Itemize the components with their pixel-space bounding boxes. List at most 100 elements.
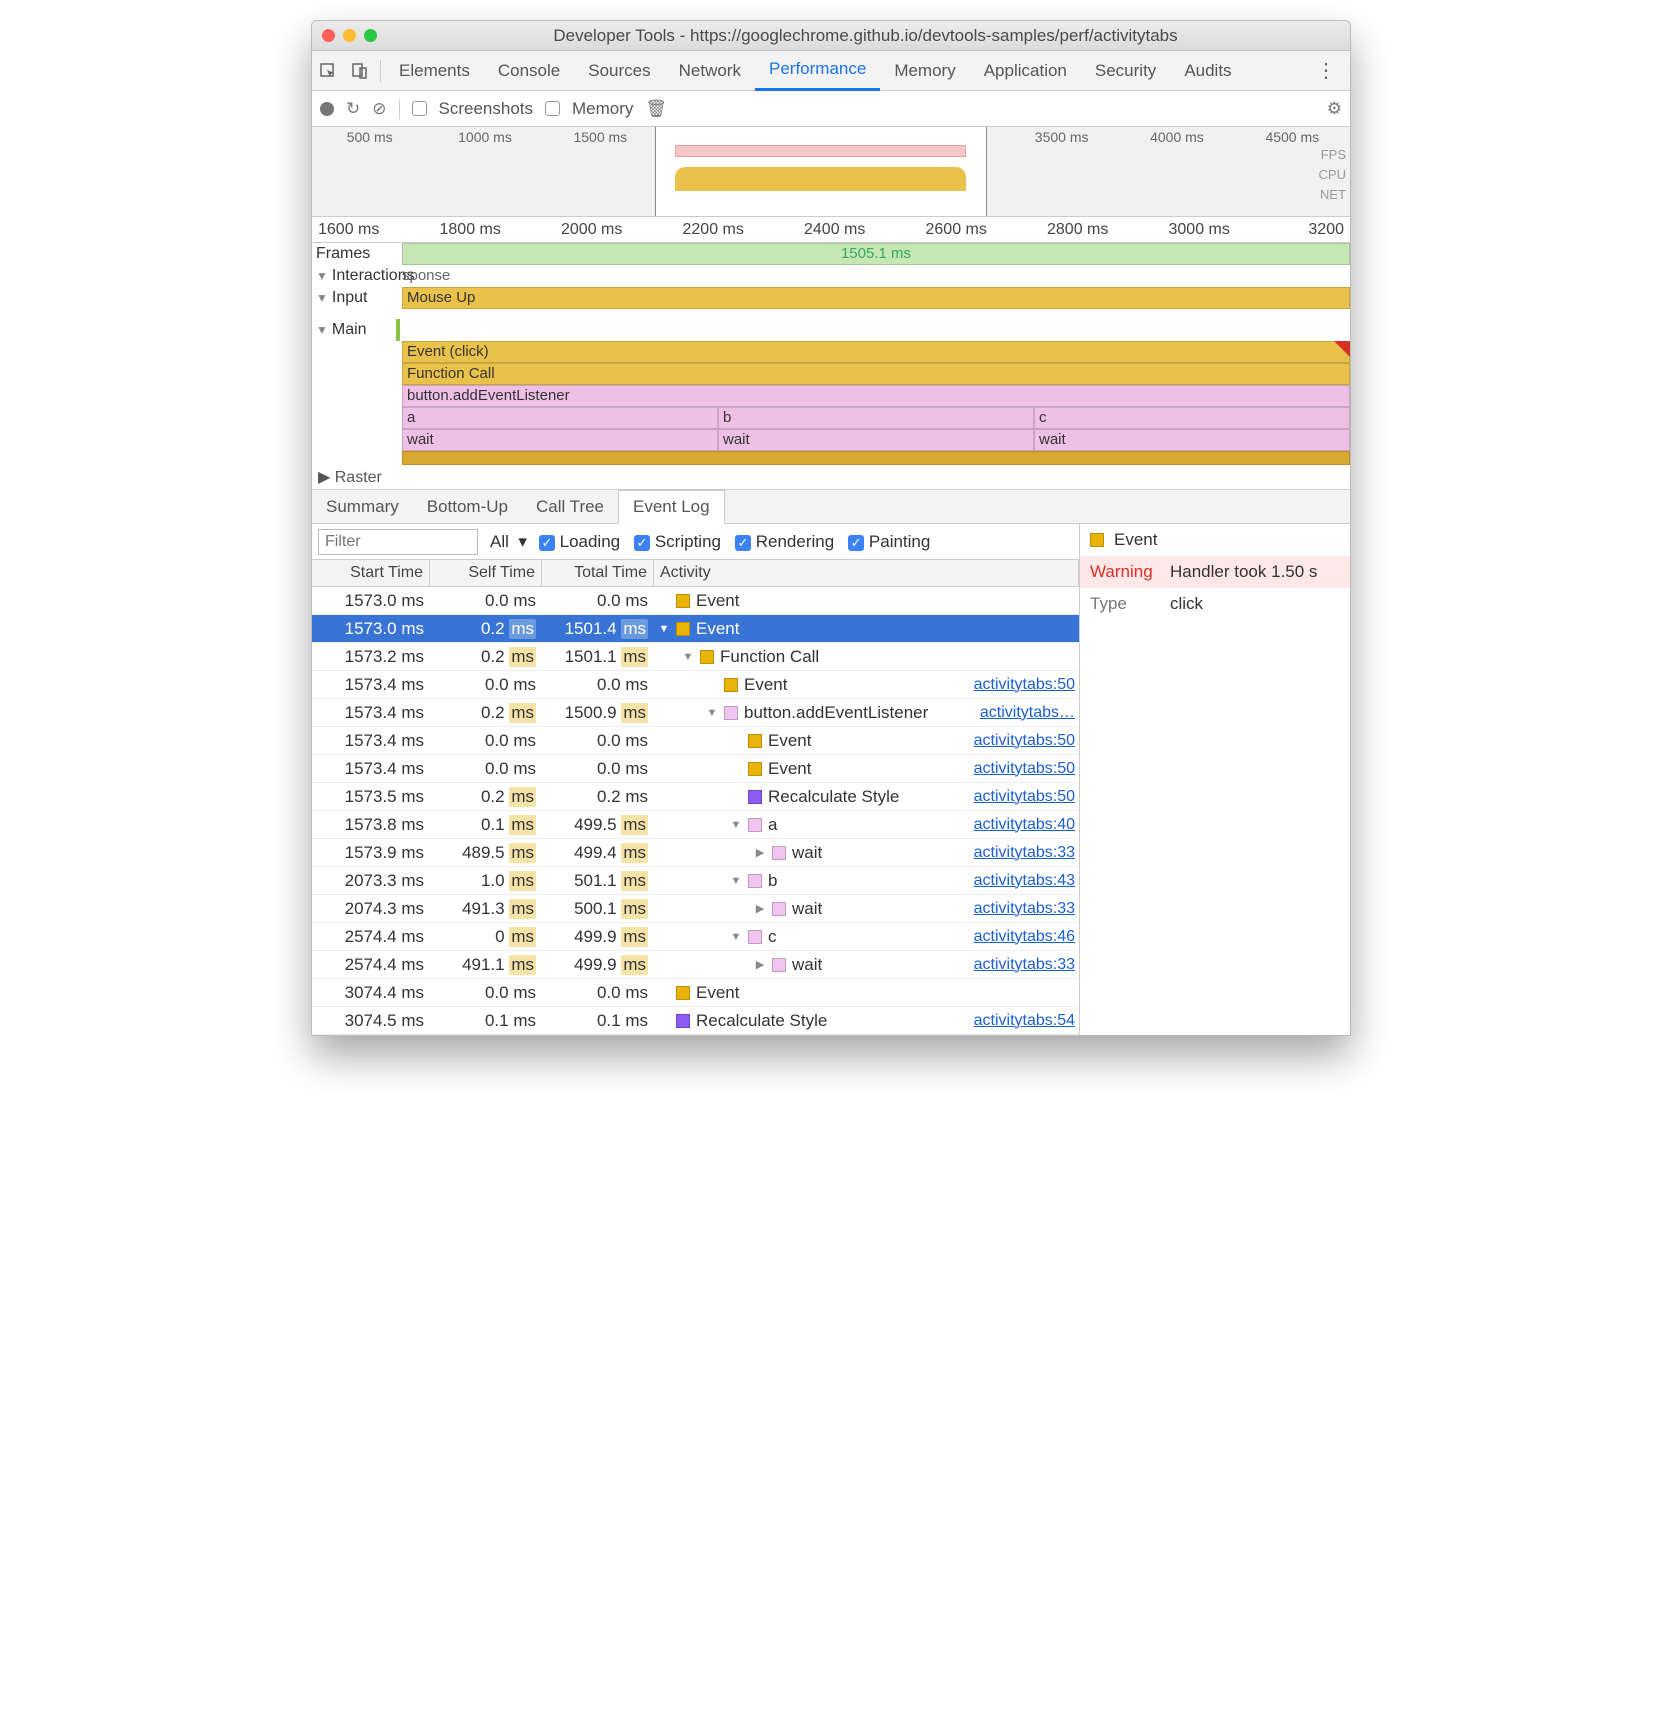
filter-cat-loading[interactable]: ✓ Loading xyxy=(539,532,620,552)
titlebar: Developer Tools - https://googlechrome.g… xyxy=(312,21,1350,51)
timeline-overview[interactable]: 500 ms1000 ms1500 ms2000 ms2500 ms3000 m… xyxy=(312,127,1350,217)
device-icon[interactable] xyxy=(344,51,376,91)
event-log-row[interactable]: 1573.5 ms0.2 ms0.2 ms Recalculate Stylea… xyxy=(312,783,1079,811)
filter-bar: All ▾ ✓ Loading ✓ Scripting ✓ Rendering ✓ P… xyxy=(312,524,1079,560)
event-swatch-icon xyxy=(1090,533,1104,547)
devtools-window: Developer Tools - https://googlechrome.g… xyxy=(311,20,1351,1036)
detail-tab-summary[interactable]: Summary xyxy=(312,490,413,524)
kebab-icon[interactable]: ⋮ xyxy=(1302,58,1350,83)
zoom-icon[interactable] xyxy=(364,29,377,42)
event-log-row[interactable]: 1573.4 ms0.0 ms0.0 ms Eventactivitytabs:… xyxy=(312,755,1079,783)
event-log-row[interactable]: 1573.4 ms0.2 ms1500.9 ms▼ button.addEven… xyxy=(312,699,1079,727)
activity-swatch-icon xyxy=(676,622,690,636)
flame-chart[interactable]: Frames 1505.1 ms ▼Interactions sponse ▼I… xyxy=(312,243,1350,490)
b-bar[interactable]: b xyxy=(718,407,1034,429)
event-name: Event xyxy=(1114,530,1157,550)
event-log-row[interactable]: 2574.4 ms0 ms499.9 ms▼ cactivitytabs:46 xyxy=(312,923,1079,951)
source-link[interactable]: activitytabs:50 xyxy=(974,676,1075,694)
source-link[interactable]: activitytabs:33 xyxy=(974,900,1075,918)
event-log-row[interactable]: 2073.3 ms1.0 ms501.1 ms▼ bactivitytabs:4… xyxy=(312,867,1079,895)
detail-tabs: SummaryBottom-UpCall TreeEvent Log xyxy=(312,490,1350,524)
source-link[interactable]: activitytabs:46 xyxy=(974,928,1075,946)
function-call-bar[interactable]: Function Call xyxy=(402,363,1350,385)
wait-bar[interactable]: wait xyxy=(718,429,1034,451)
listener-bar[interactable]: button.addEventListener xyxy=(402,385,1350,407)
tab-memory[interactable]: Memory xyxy=(880,51,969,91)
window-title: Developer Tools - https://googlechrome.g… xyxy=(391,26,1340,46)
tab-audits[interactable]: Audits xyxy=(1170,51,1245,91)
a-bar[interactable]: a xyxy=(402,407,718,429)
screenshots-checkbox[interactable] xyxy=(412,101,427,116)
memory-checkbox[interactable] xyxy=(545,101,560,116)
source-link[interactable]: activitytabs:50 xyxy=(974,732,1075,750)
track-main-label[interactable]: ▼Main xyxy=(312,319,402,341)
activity-swatch-icon xyxy=(676,986,690,1000)
detail-tab-call-tree[interactable]: Call Tree xyxy=(522,490,618,524)
overview-cpu-band xyxy=(675,167,966,191)
event-log-panel: All ▾ ✓ Loading ✓ Scripting ✓ Rendering ✓ P… xyxy=(312,524,1080,1035)
event-log-row[interactable]: 2074.3 ms491.3 ms500.1 ms▶ waitactivityt… xyxy=(312,895,1079,923)
event-log-row[interactable]: 3074.4 ms0.0 ms0.0 ms Event xyxy=(312,979,1079,1007)
inspect-icon[interactable] xyxy=(312,51,344,91)
event-log-row[interactable]: 1573.0 ms0.0 ms0.0 ms Event xyxy=(312,587,1079,615)
wait-bar[interactable]: wait xyxy=(402,429,718,451)
track-raster-label[interactable]: ▶ Raster xyxy=(312,465,1350,489)
tab-application[interactable]: Application xyxy=(970,51,1081,91)
filter-cat-scripting[interactable]: ✓ Scripting xyxy=(634,532,721,552)
minor-gc-bar[interactable] xyxy=(402,451,1350,465)
detail-tab-bottom-up[interactable]: Bottom-Up xyxy=(413,490,522,524)
record-icon[interactable] xyxy=(320,102,334,116)
frames-bar[interactable]: 1505.1 ms xyxy=(402,243,1350,265)
event-log-row[interactable]: 1573.0 ms0.2 ms1501.4 ms▼ Event xyxy=(312,615,1079,643)
source-link[interactable]: activitytabs:50 xyxy=(974,788,1075,806)
traffic-lights xyxy=(322,29,377,42)
overview-frames-bar xyxy=(675,145,966,157)
tab-performance[interactable]: Performance xyxy=(755,51,880,91)
activity-swatch-icon xyxy=(724,706,738,720)
tab-sources[interactable]: Sources xyxy=(574,51,664,91)
tab-security[interactable]: Security xyxy=(1081,51,1170,91)
source-link[interactable]: activitytabs:33 xyxy=(974,844,1075,862)
source-link[interactable]: activitytabs:50 xyxy=(974,760,1075,778)
warning-label: Warning xyxy=(1090,562,1160,582)
filter-all[interactable]: All ▾ xyxy=(490,532,527,552)
source-link[interactable]: activitytabs:40 xyxy=(974,816,1075,834)
filter-cat-painting[interactable]: ✓ Painting xyxy=(848,532,930,552)
activity-swatch-icon xyxy=(724,678,738,692)
filter-cat-rendering[interactable]: ✓ Rendering xyxy=(735,532,834,552)
tab-network[interactable]: Network xyxy=(665,51,755,91)
source-link[interactable]: activitytabs:54 xyxy=(974,1012,1075,1030)
event-log-row[interactable]: 1573.4 ms0.0 ms0.0 ms Eventactivitytabs:… xyxy=(312,727,1079,755)
track-input-label[interactable]: ▼Input xyxy=(312,287,402,309)
filter-input[interactable] xyxy=(318,529,478,555)
minimize-icon[interactable] xyxy=(343,29,356,42)
event-log-row[interactable]: 3074.5 ms0.1 ms0.1 ms Recalculate Stylea… xyxy=(312,1007,1079,1035)
close-icon[interactable] xyxy=(322,29,335,42)
detail-tab-event-log[interactable]: Event Log xyxy=(618,490,725,524)
event-click-bar[interactable]: Event (click) xyxy=(402,341,1350,363)
activity-swatch-icon xyxy=(748,762,762,776)
source-link[interactable]: activitytabs:43 xyxy=(974,872,1075,890)
activity-swatch-icon xyxy=(748,874,762,888)
event-log-row[interactable]: 1573.2 ms0.2 ms1501.1 ms▼ Function Call xyxy=(312,643,1079,671)
c-bar[interactable]: c xyxy=(1034,407,1350,429)
activity-swatch-icon xyxy=(748,818,762,832)
event-log-row[interactable]: 2574.4 ms491.1 ms499.9 ms▶ waitactivityt… xyxy=(312,951,1079,979)
source-link[interactable]: activitytabs… xyxy=(980,704,1075,722)
reload-icon[interactable]: ↻ xyxy=(346,99,360,119)
gear-icon[interactable]: ⚙ xyxy=(1327,99,1342,119)
source-link[interactable]: activitytabs:33 xyxy=(974,956,1075,974)
tab-console[interactable]: Console xyxy=(484,51,574,91)
event-log-row[interactable]: 1573.8 ms0.1 ms499.5 ms▼ aactivitytabs:4… xyxy=(312,811,1079,839)
tab-elements[interactable]: Elements xyxy=(385,51,484,91)
event-log-row[interactable]: 1573.4 ms0.0 ms0.0 ms Eventactivitytabs:… xyxy=(312,671,1079,699)
memory-label: Memory xyxy=(572,99,633,119)
clear-icon[interactable]: ⊘ xyxy=(372,99,386,119)
track-interactions-label[interactable]: ▼Interactions xyxy=(312,265,402,287)
event-log-row[interactable]: 1573.9 ms489.5 ms499.4 ms▶ waitactivityt… xyxy=(312,839,1079,867)
wait-bar[interactable]: wait xyxy=(1034,429,1350,451)
trash-icon[interactable]: 🗑 xyxy=(645,99,667,119)
main-tabs: ElementsConsoleSourcesNetworkPerformance… xyxy=(312,51,1350,91)
input-bar[interactable]: Mouse Up xyxy=(402,287,1350,309)
type-label: Type xyxy=(1090,594,1160,614)
